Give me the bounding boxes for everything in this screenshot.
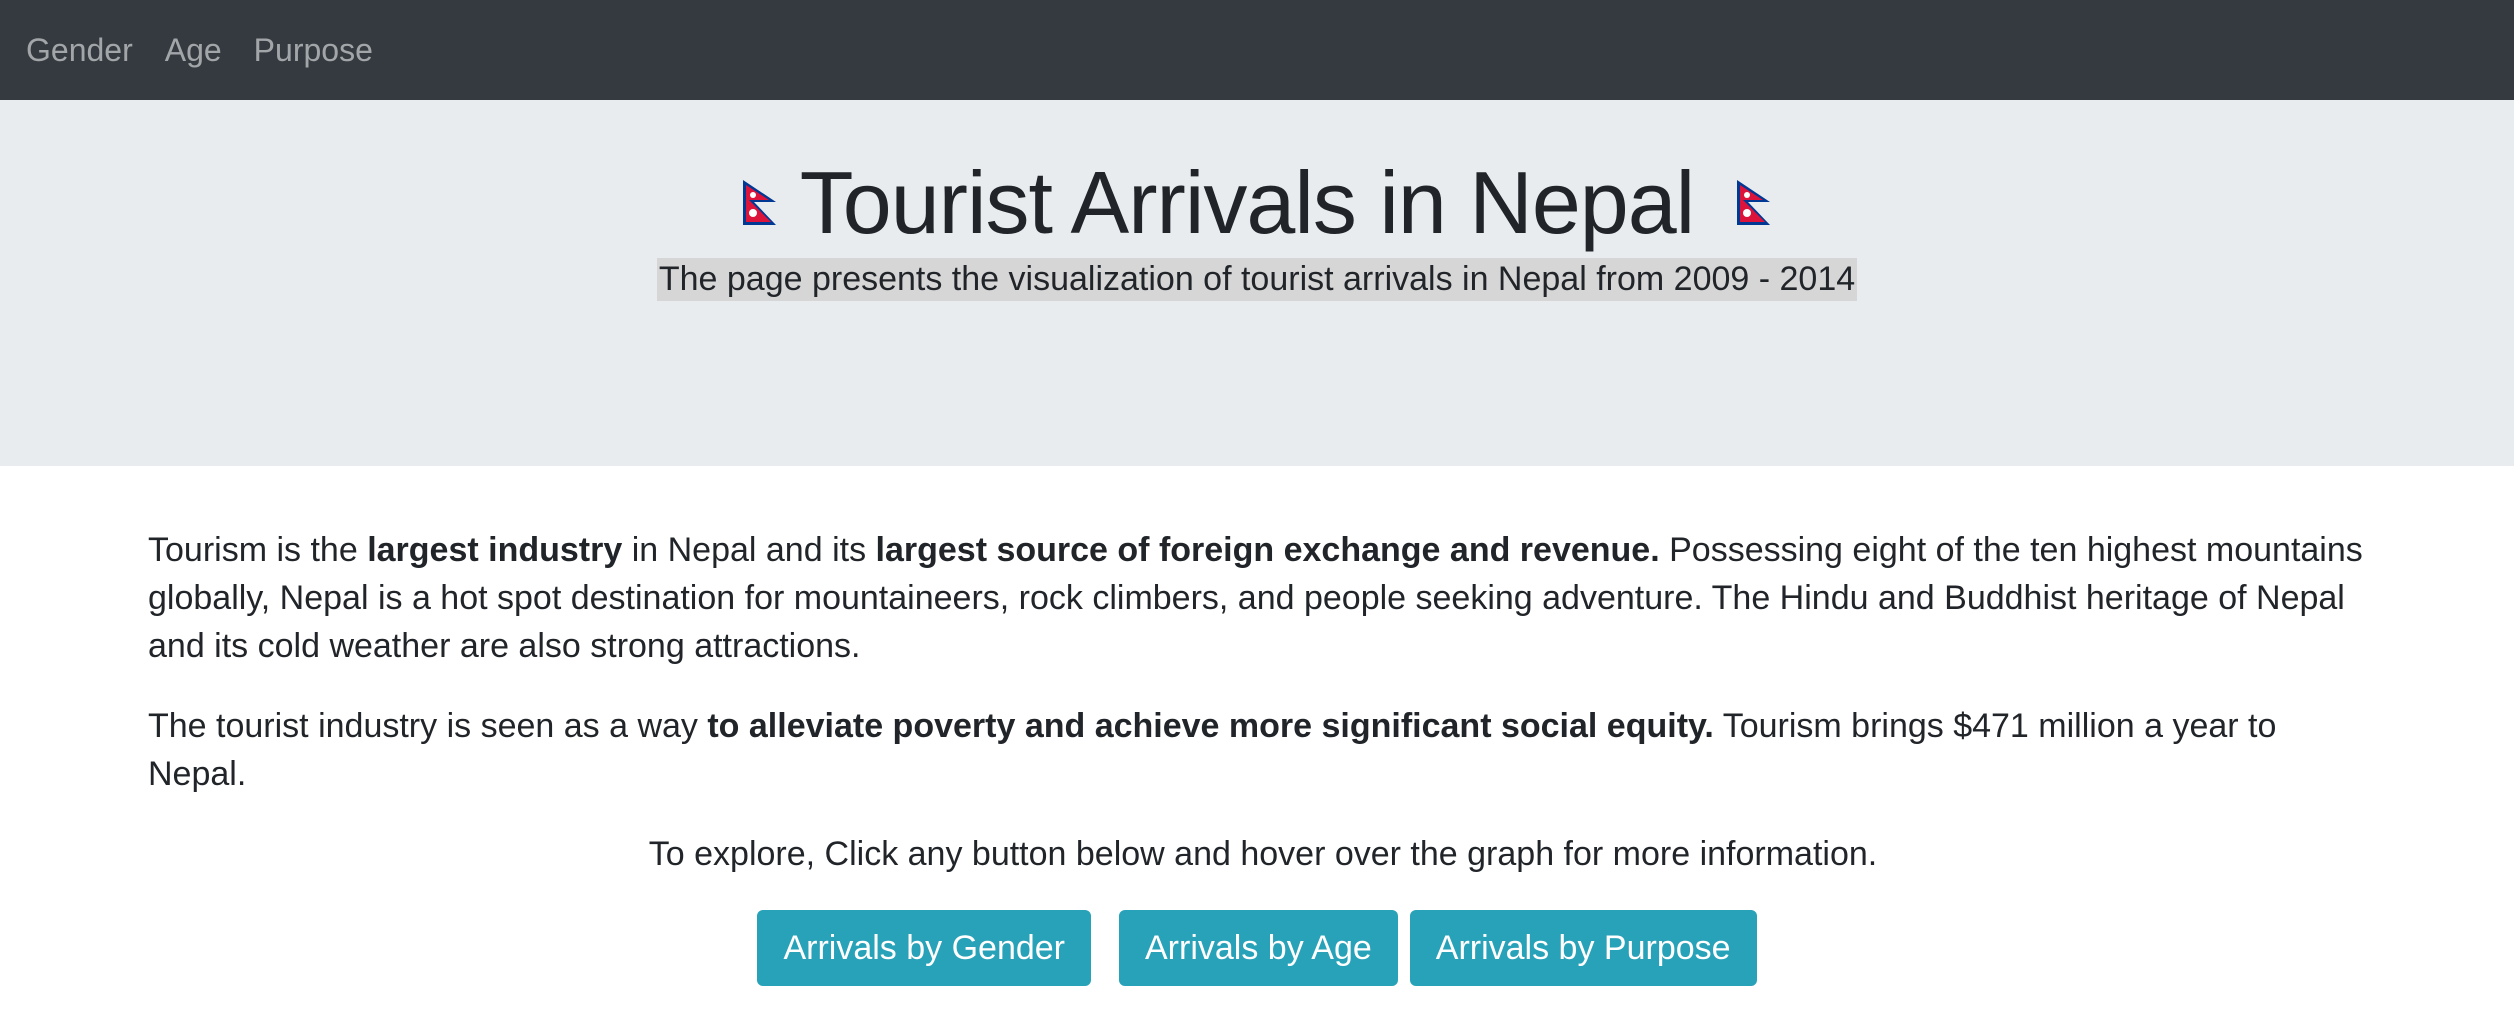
header-jumbotron: Tourist Arrivals in Nepal The page prese… bbox=[0, 100, 2514, 466]
arrivals-by-purpose-button[interactable]: Arrivals by Purpose bbox=[1409, 910, 1757, 986]
nav-link-purpose[interactable]: Purpose bbox=[254, 32, 373, 69]
top-navbar: Gender Age Purpose bbox=[0, 0, 2514, 100]
intro-content: Tourism is the largest industry in Nepal… bbox=[148, 526, 2378, 910]
page-subtitle: The page presents the visualization of t… bbox=[656, 258, 1858, 301]
intro-text: in Nepal and its bbox=[622, 531, 876, 569]
nav-link-age[interactable]: Age bbox=[165, 32, 222, 69]
intro-paragraph-1: Tourism is the largest industry in Nepal… bbox=[148, 526, 2378, 670]
nav-link-gender[interactable]: Gender bbox=[26, 32, 133, 69]
intro-emphasis: to alleviate poverty and achieve more si… bbox=[707, 707, 1714, 745]
nepal-flag-icon bbox=[742, 179, 776, 225]
intro-emphasis: largest source of foreign exchange and r… bbox=[875, 531, 1660, 569]
page-title: Tourist Arrivals in Nepal bbox=[799, 153, 1695, 252]
arrivals-by-gender-button[interactable]: Arrivals by Gender bbox=[757, 910, 1091, 986]
explore-instructions: To explore, Click any button below and h… bbox=[648, 835, 1878, 873]
nepal-flag-icon bbox=[1737, 179, 1771, 225]
intro-paragraph-2: The tourist industry is seen as a way to… bbox=[148, 702, 2378, 798]
chart-button-group: Arrivals by Gender Arrivals by Age Arriv… bbox=[0, 910, 2514, 986]
title-row: Tourist Arrivals in Nepal bbox=[0, 150, 2514, 256]
intro-emphasis: largest industry bbox=[367, 531, 623, 569]
arrivals-by-age-button[interactable]: Arrivals by Age bbox=[1119, 910, 1398, 986]
subtitle-wrap: The page presents the visualization of t… bbox=[0, 258, 2514, 301]
intro-text: Tourism is the bbox=[148, 531, 368, 569]
intro-text: The tourist industry is seen as a way bbox=[148, 707, 708, 745]
